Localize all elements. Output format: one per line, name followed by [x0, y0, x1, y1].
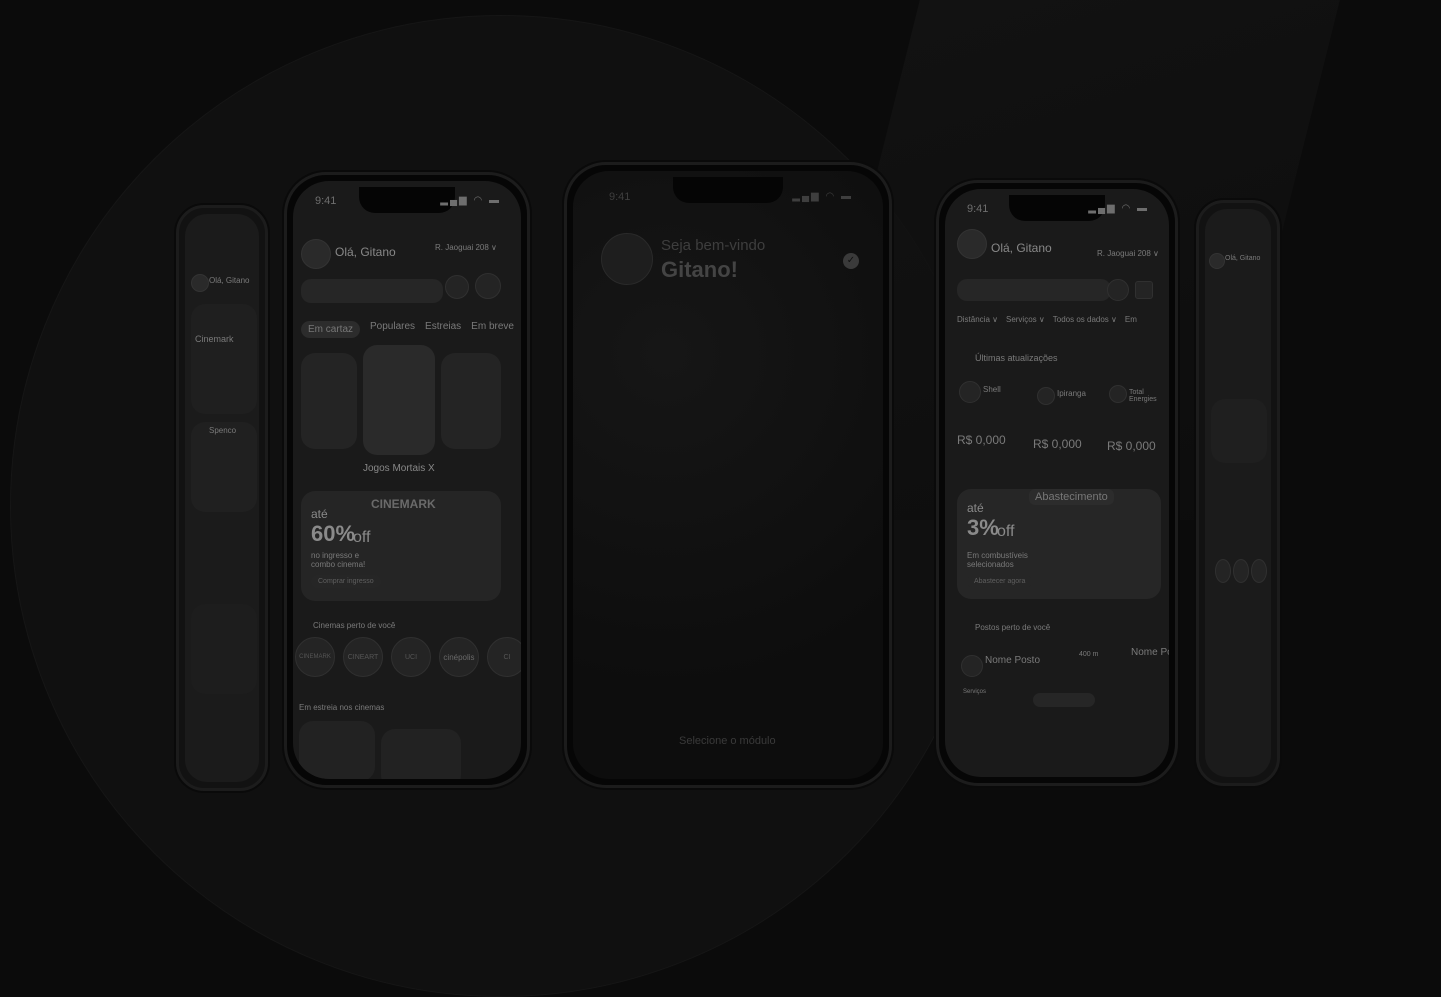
tab-estreias[interactable]: Estreias: [425, 321, 461, 338]
search-bar[interactable]: [957, 279, 1111, 301]
phone-fuel: 9:41 ▂▄▆ ◠ ▬ Olá, Gitano R. Jaoguai 208 …: [936, 180, 1178, 786]
nearby-title: Postos perto de você: [975, 623, 1051, 632]
promo-detail: Em combustíveis selecionados: [967, 551, 1028, 569]
filter-distance[interactable]: Distância ∨: [957, 315, 998, 324]
promo-card[interactable]: [191, 304, 257, 414]
greeting: Olá, Gitano: [209, 276, 250, 285]
promo-cta-button[interactable]: Abastecer agora: [967, 575, 1033, 588]
movie-card[interactable]: [191, 422, 257, 512]
promo-banner[interactable]: CINEMARK até 60% off no ingresso e combo…: [301, 491, 501, 601]
station-logo: [959, 381, 981, 403]
promo-brand: CINEMARK: [371, 497, 436, 511]
phone-cinema: 9:41 ▂▄▆ ◠ ▬ Olá, Gitano R. Jaoguai 208 …: [284, 172, 530, 788]
promo-value: 3%: [967, 515, 999, 540]
section-title: Em estreia nos cinemas: [299, 703, 385, 712]
ticket-icon[interactable]: [475, 273, 501, 299]
updates-title: Últimas atualizações: [975, 353, 1058, 363]
station-name: Total Energies: [1129, 389, 1157, 403]
promo-prefix: até: [967, 501, 984, 515]
cinema-item[interactable]: UCI: [391, 637, 431, 677]
card-title: Cinemark: [195, 334, 234, 344]
tab-populares[interactable]: Populares: [370, 321, 415, 338]
greeting: Olá, Gitano: [335, 245, 396, 259]
filter-bar: Distância ∨ Serviços ∨ Todos os dados ∨ …: [957, 315, 1137, 324]
status-time: 9:41: [967, 203, 989, 215]
station-logo: [1109, 385, 1127, 403]
welcome-line-2: Gitano!: [661, 257, 738, 282]
tab-em-breve[interactable]: Em breve: [471, 321, 514, 338]
tab-bar: Em cartaz Populares Estreias Em breve: [301, 321, 514, 338]
status-bar: 9:41 ▂▄▆ ◠ ▬: [609, 191, 853, 203]
status-icons: ▂▄▆ ◠ ▬: [792, 191, 853, 202]
location-selector[interactable]: R. Jaoguai 208 ∨: [435, 243, 497, 252]
station-price: R$ 0,000: [1033, 437, 1082, 451]
promo-detail: no ingresso e combo cinema!: [311, 551, 366, 569]
select-module-label: Selecione o módulo: [679, 735, 776, 747]
compass-icon[interactable]: [1107, 279, 1129, 301]
status-bar: 9:41 ▂▄▆ ◠ ▬: [315, 195, 501, 207]
avatar: [1209, 253, 1225, 269]
cinema-item[interactable]: cinépolis: [439, 637, 479, 677]
welcome-line-1: Seja bem-vindo: [661, 237, 766, 254]
option-icon[interactable]: [1215, 559, 1231, 583]
station-price: R$ 0,000: [1107, 439, 1156, 453]
cinema-item[interactable]: CI: [487, 637, 521, 677]
filter-all-data[interactable]: Todos os dados ∨: [1053, 315, 1117, 324]
greeting: Olá, Gitano: [991, 241, 1052, 255]
promo-value: 60%: [311, 521, 356, 546]
option-icon[interactable]: [1233, 559, 1249, 583]
movie-poster-featured[interactable]: [363, 345, 435, 455]
avatar: [191, 274, 209, 292]
search-bar[interactable]: [301, 279, 443, 303]
nearby-title: Cinemas perto de você: [313, 621, 396, 630]
phone-far-left: Olá, Gitano Cinemark Spenco: [176, 205, 268, 791]
post-name: Nome Posto: [985, 655, 1041, 666]
location-selector[interactable]: R. Jaoguai 208 ∨: [1097, 249, 1159, 258]
option-icon[interactable]: [1251, 559, 1267, 583]
movie-thumb[interactable]: [381, 729, 461, 779]
promo-suffix: off: [353, 529, 371, 546]
cinema-item[interactable]: CINEMARK: [295, 637, 335, 677]
phone-welcome: 9:41 ▂▄▆ ◠ ▬ Seja bem-vindo Gitano! ✓ Se…: [564, 162, 892, 788]
station-name: Ipiranga: [1057, 389, 1086, 398]
avatar[interactable]: [301, 239, 331, 269]
cinema-item[interactable]: CINEART: [343, 637, 383, 677]
status-bar: 9:41 ▂▄▆ ◠ ▬: [967, 203, 1149, 215]
services-label: Serviços: [963, 689, 987, 695]
checkmark-icon[interactable]: ✓: [843, 253, 859, 269]
greeting: Olá, Gitano: [1225, 255, 1261, 262]
qr-code-icon[interactable]: [1135, 281, 1153, 299]
station-logo: [1037, 387, 1055, 405]
post-name-next: Nome Po: [1131, 647, 1169, 658]
status-icons: ▂▄▆ ◠ ▬: [440, 195, 501, 206]
avatar[interactable]: [601, 233, 653, 285]
movie-thumb[interactable]: [299, 721, 375, 779]
info-card[interactable]: [1211, 399, 1267, 463]
card-label: Spenco: [209, 426, 237, 435]
avatar[interactable]: [957, 229, 987, 259]
status-time: 9:41: [315, 195, 337, 207]
station-logo: [961, 655, 983, 677]
status-time: 9:41: [609, 191, 631, 203]
promo-banner[interactable]: Abastecimento até 3% off Em combustíveis…: [957, 489, 1161, 599]
route-button[interactable]: [1033, 693, 1095, 707]
grid-card[interactable]: [191, 604, 257, 694]
movie-poster-right[interactable]: [441, 353, 501, 449]
cinema-list: CINEMARK CINEART UCI cinépolis CI: [295, 637, 521, 677]
promo-label: Abastecimento: [1029, 489, 1114, 505]
filter-services[interactable]: Serviços ∨: [1006, 315, 1045, 324]
tab-em-cartaz[interactable]: Em cartaz: [301, 321, 361, 338]
promo-prefix: até: [311, 507, 328, 521]
post-distance: 400 m: [1079, 651, 1099, 658]
station-price: R$ 0,000: [957, 433, 1006, 447]
status-icons: ▂▄▆ ◠ ▬: [1088, 203, 1149, 214]
compass-icon[interactable]: [445, 275, 469, 299]
station-name: Shell: [983, 385, 1001, 394]
promo-suffix: off: [997, 523, 1015, 540]
phone-far-right: Olá, Gitano: [1196, 200, 1280, 786]
featured-title: Jogos Mortais X: [363, 463, 435, 474]
filter-more[interactable]: Em: [1125, 315, 1137, 324]
promo-cta-button[interactable]: Comprar ingresso: [311, 575, 381, 588]
movie-poster-left[interactable]: [301, 353, 357, 449]
